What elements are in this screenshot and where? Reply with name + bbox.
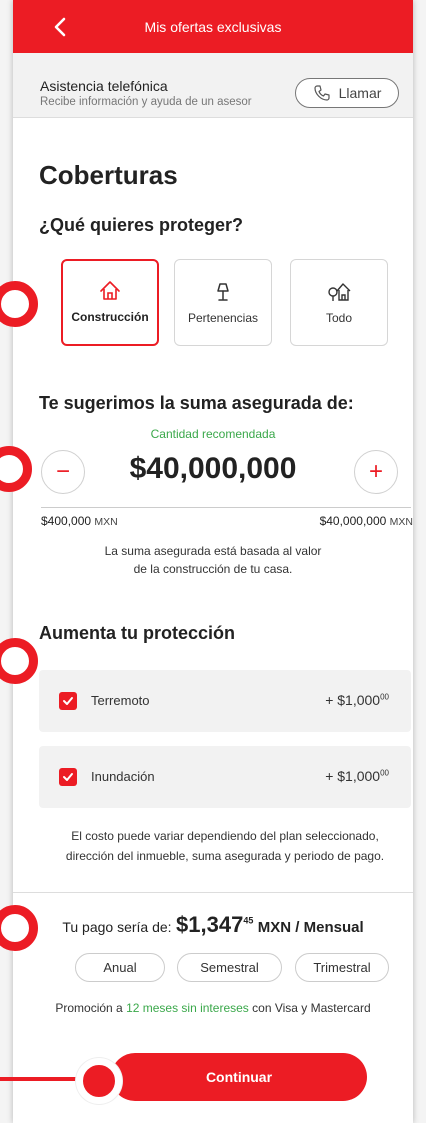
option-construccion[interactable]: Construcción xyxy=(61,259,159,346)
annotation-dot xyxy=(76,1058,122,1104)
freq-semestral[interactable]: Semestral xyxy=(177,953,282,982)
header-title: Mis ofertas exclusivas xyxy=(144,18,282,35)
protect-question: ¿Qué quieres proteger? xyxy=(39,215,244,235)
assistance-subtitle: Recibe información y ayuda de un asesor xyxy=(40,96,252,108)
range-min: $400,000 MXN xyxy=(41,514,118,528)
freq-trimestral[interactable]: Trimestral xyxy=(295,953,389,982)
promo-text: Promoción a 12 meses sin intereses con V… xyxy=(55,1001,371,1015)
coverage-item-inundacion: Inundación + $1,00000 xyxy=(39,746,411,808)
option-label: Todo xyxy=(325,311,353,325)
payment-label: Tu pago sería de: xyxy=(62,919,172,935)
annotation-line xyxy=(0,1077,80,1081)
cost-note: El costo puede variar dependiendo del pl… xyxy=(65,829,385,863)
range-line xyxy=(41,507,411,508)
coverage-price: + $1,00000 xyxy=(325,768,389,784)
lamp-icon xyxy=(217,283,229,301)
phone-screen: Mis ofertas exclusivas Asistencia telefó… xyxy=(13,0,413,1123)
call-button[interactable]: Llamar xyxy=(295,78,399,108)
payment-summary: Tu pago sería de: $1,34745 MXN / Mensual xyxy=(13,912,413,938)
page-title: Coberturas xyxy=(39,160,178,190)
payment-period: MXN / Mensual xyxy=(257,919,364,936)
option-label: Construcción xyxy=(71,310,149,324)
header-bar: Mis ofertas exclusivas xyxy=(13,0,413,53)
payment-value: $1,34745 xyxy=(176,912,254,937)
option-pertenencias[interactable]: Pertenencias xyxy=(174,259,272,346)
call-label: Llamar xyxy=(338,85,382,101)
suggested-heading: Te sugerimos la suma asegurada de: xyxy=(39,393,354,413)
promo-highlight: 12 meses sin intereses xyxy=(126,1001,249,1015)
coverage-name: Inundación xyxy=(91,769,155,784)
freq-anual[interactable]: Anual xyxy=(75,953,165,982)
coverage-price: + $1,00000 xyxy=(325,692,389,708)
house-icon xyxy=(100,281,120,300)
chevron-left-icon[interactable] xyxy=(49,15,73,39)
house-tree-icon xyxy=(328,283,351,301)
option-todo[interactable]: Todo xyxy=(290,259,388,346)
insured-note: La suma asegurada está basada al valor d… xyxy=(104,544,322,576)
divider xyxy=(13,892,413,893)
continue-button[interactable]: Continuar xyxy=(111,1053,367,1101)
plus-icon: + xyxy=(368,458,383,485)
recommended-label: Cantidad recomendada xyxy=(150,427,276,441)
option-label: Pertenencias xyxy=(187,311,259,325)
check-icon xyxy=(63,697,73,705)
coverage-name: Terremoto xyxy=(91,693,150,708)
coverage-item-terremoto: Terremoto + $1,00000 xyxy=(39,670,411,732)
terremoto-checkbox[interactable] xyxy=(59,692,77,710)
insured-amount: $40,000,000 xyxy=(129,452,297,485)
assistance-title: Asistencia telefónica xyxy=(40,78,168,94)
extras-heading: Aumenta tu protección xyxy=(39,623,236,643)
phone-icon xyxy=(313,85,330,101)
range-max: $40,000,000 MXN xyxy=(319,514,413,528)
check-icon xyxy=(63,773,73,781)
increase-button[interactable]: + xyxy=(354,450,398,494)
inundacion-checkbox[interactable] xyxy=(59,768,77,786)
